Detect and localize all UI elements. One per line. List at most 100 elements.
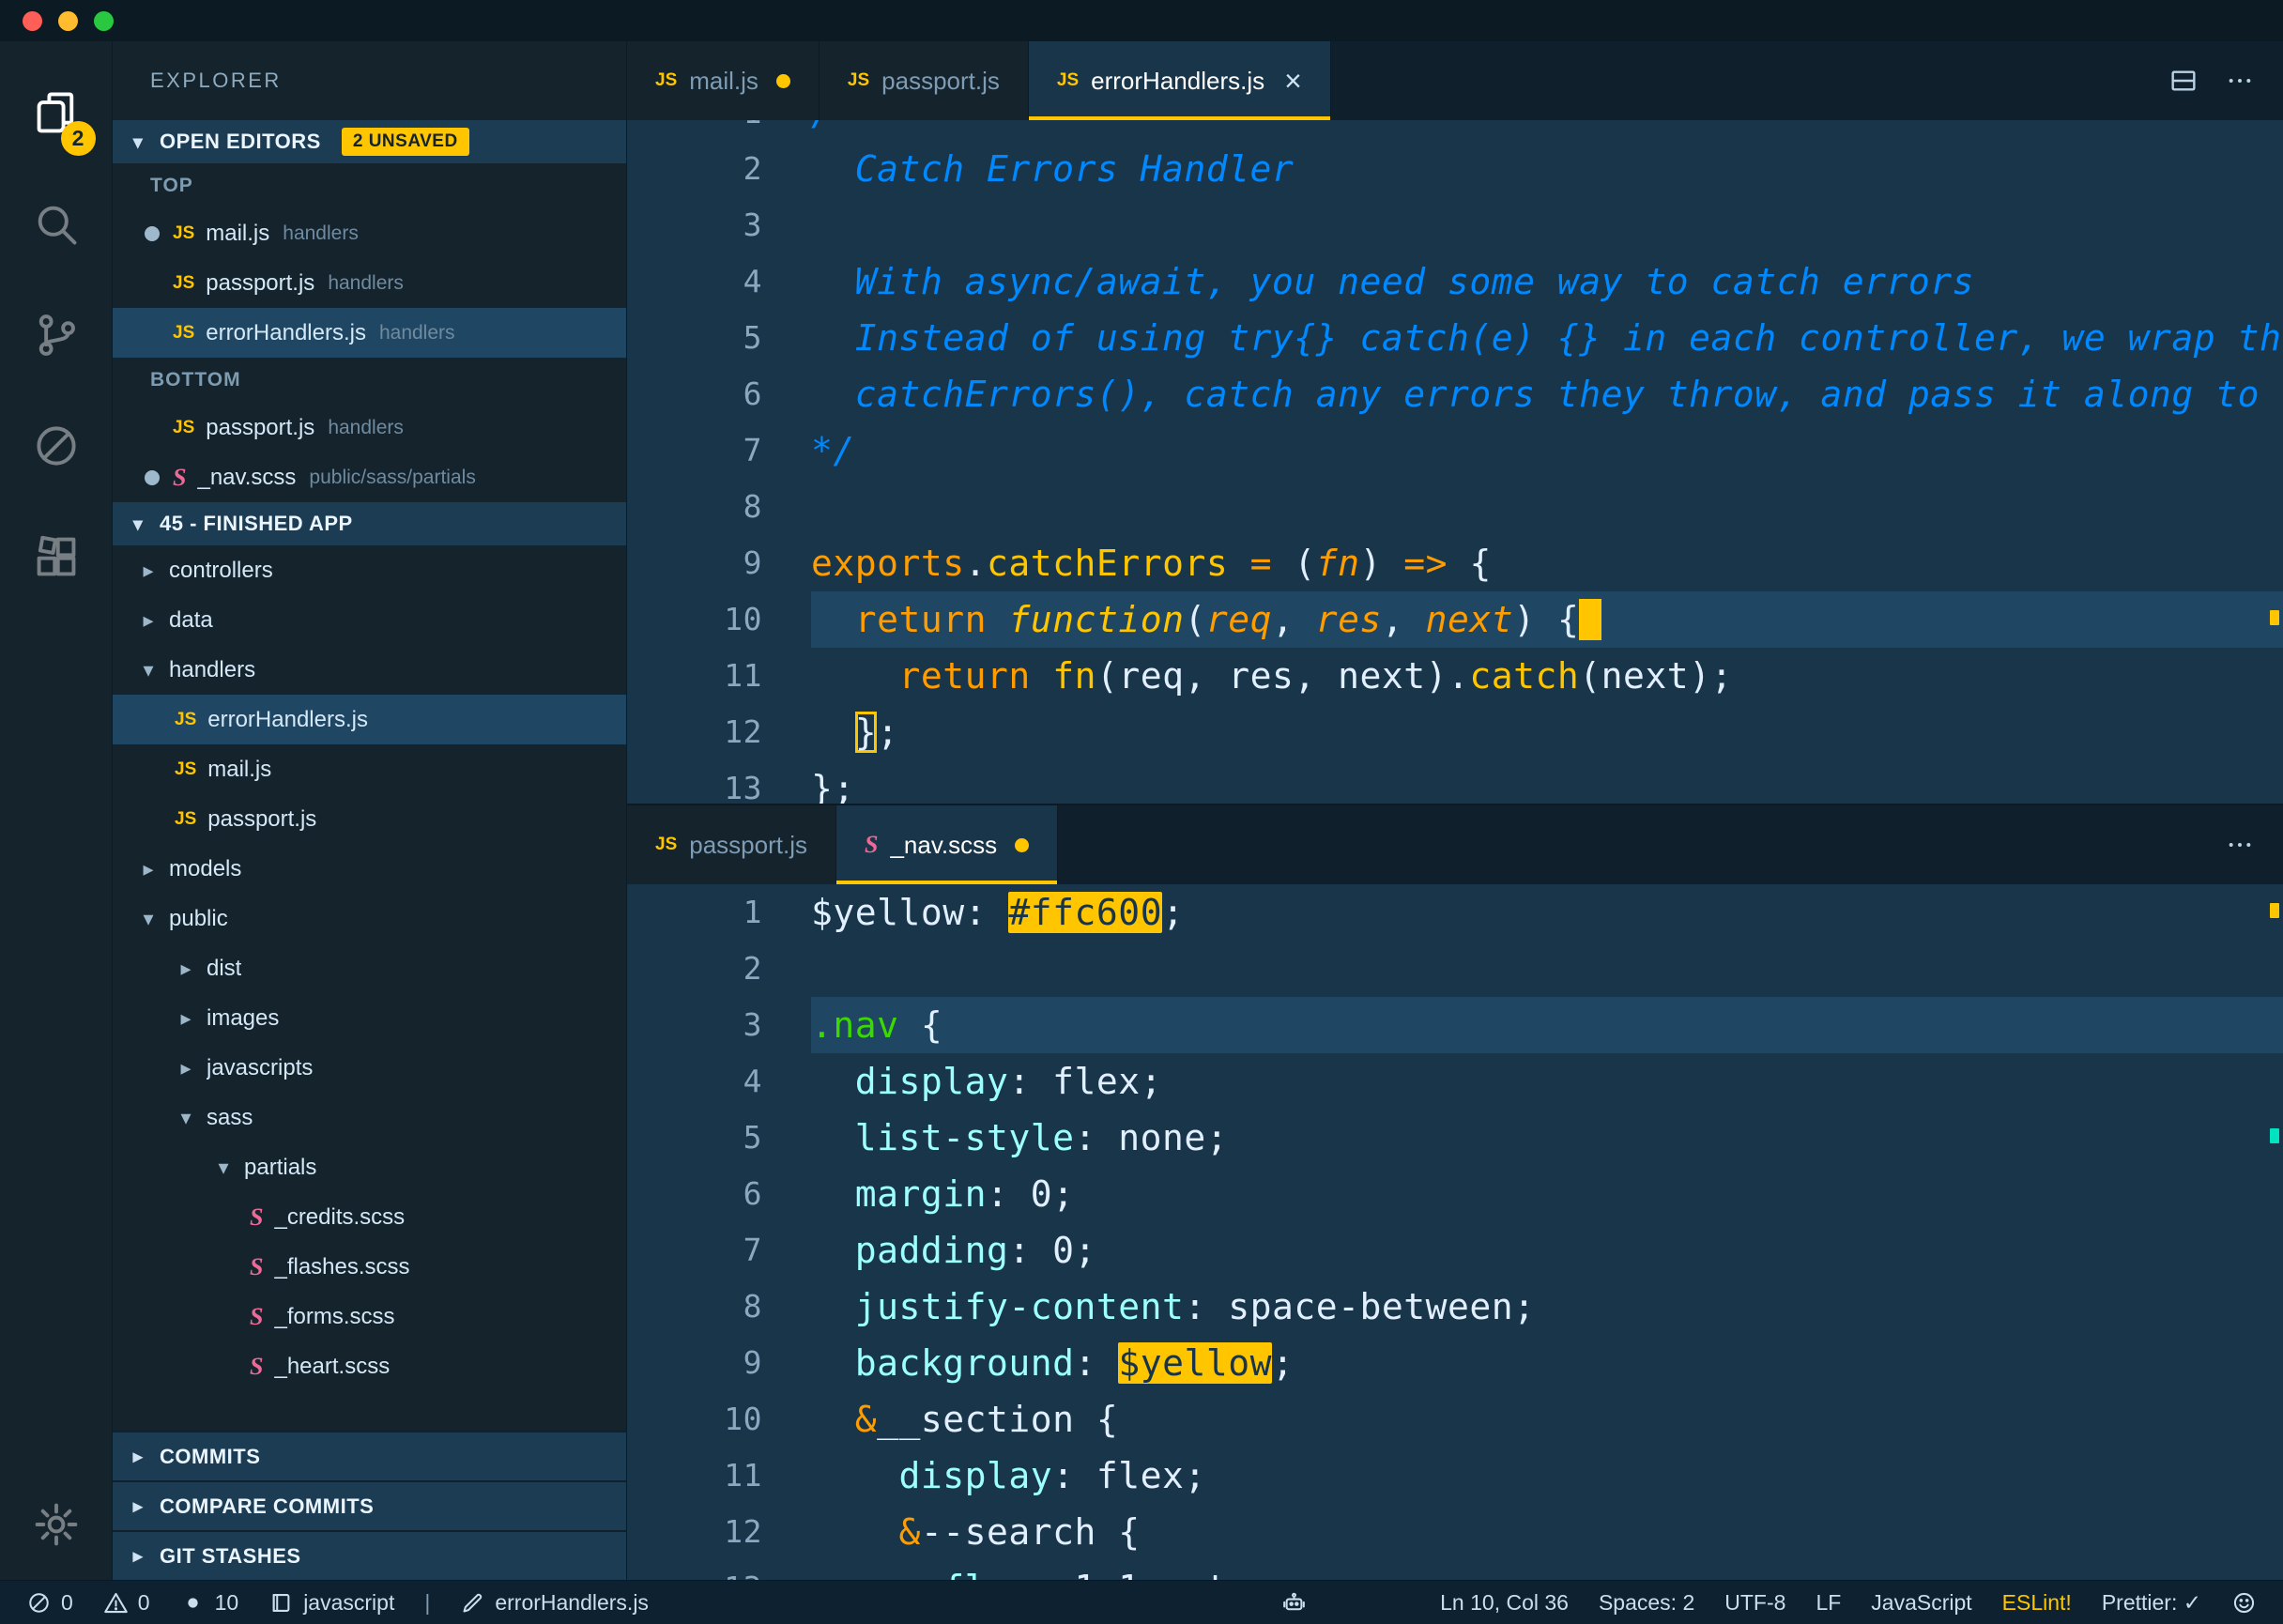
file--credits-scss[interactable]: S _credits.scss bbox=[113, 1192, 626, 1242]
overview-ruler-mark bbox=[2270, 610, 2279, 625]
folder-dist[interactable]: ▸ dist bbox=[113, 943, 626, 993]
activity-search[interactable] bbox=[0, 169, 113, 280]
code-token: return bbox=[854, 599, 988, 640]
code-token: margin bbox=[854, 1173, 988, 1215]
folder-data[interactable]: ▸ data bbox=[113, 595, 626, 645]
line-number: 12 bbox=[724, 713, 762, 750]
close-window-button[interactable] bbox=[23, 10, 42, 31]
file-path: handlers bbox=[283, 222, 359, 244]
code-token: catch bbox=[1469, 655, 1580, 697]
status-text: Spaces: 2 bbox=[1598, 1589, 1695, 1615]
section-compare-commits[interactable]: ▸ COMPARE COMMITS bbox=[113, 1480, 626, 1530]
tab-errorhandlers-js[interactable]: JS errorHandlers.js × bbox=[1028, 41, 1331, 120]
folder-models[interactable]: ▸ models bbox=[113, 844, 626, 894]
section-label: COMPARE COMMITS bbox=[160, 1494, 375, 1518]
editor-group-label: TOP bbox=[150, 175, 193, 196]
status-language-indicator[interactable]: javascript bbox=[268, 1590, 394, 1616]
split-editor-icon[interactable] bbox=[2168, 66, 2199, 96]
status-active-file[interactable]: errorHandlers.js bbox=[460, 1590, 649, 1616]
status-indentation[interactable]: Spaces: 2 bbox=[1599, 1590, 1694, 1616]
section-commits[interactable]: ▸ COMMITS bbox=[113, 1431, 626, 1480]
status-cursor-position[interactable]: Ln 10, Col 36 bbox=[1440, 1590, 1569, 1616]
code-line-1-9: 9 exports.catchErrors = (fn) => { bbox=[627, 535, 2283, 591]
open-editor-mail-js[interactable]: JS mail.js handlers bbox=[113, 208, 626, 258]
line-content: return fn(req, res, next).catch(next); bbox=[811, 648, 2283, 704]
code-token: : bbox=[964, 892, 1009, 933]
tab-passport-js[interactable]: JS passport.js bbox=[627, 805, 836, 884]
code-token: }; bbox=[811, 768, 855, 804]
line-content: /* bbox=[811, 120, 2283, 141]
status-robot[interactable] bbox=[1281, 1590, 1307, 1616]
tab-mail-js[interactable]: JS mail.js bbox=[627, 41, 820, 120]
open-editor--nav-scss[interactable]: S _nav.scss public/sass/partials bbox=[113, 452, 626, 502]
more-icon[interactable] bbox=[2225, 66, 2255, 96]
folder-handlers[interactable]: ▾ handlers bbox=[113, 645, 626, 695]
status-encoding[interactable]: UTF-8 bbox=[1724, 1590, 1785, 1616]
file-mail-js[interactable]: JS mail.js bbox=[113, 744, 626, 794]
status-language-mode[interactable]: JavaScript bbox=[1871, 1590, 1971, 1616]
line-content: flex: 1 1 auto; bbox=[811, 1560, 2283, 1580]
status-eslint[interactable]: ESLint! bbox=[2002, 1590, 2072, 1616]
file--forms-scss[interactable]: S _forms.scss bbox=[113, 1292, 626, 1341]
file-passport-js[interactable]: JS passport.js bbox=[113, 794, 626, 844]
status-text: | bbox=[424, 1589, 431, 1615]
activity-explorer[interactable]: 2 bbox=[0, 58, 113, 169]
activity-source-control[interactable] bbox=[0, 280, 113, 391]
section-git-stashes[interactable]: ▸ GIT STASHES bbox=[113, 1530, 626, 1580]
code-token: Catch Errors Handler bbox=[811, 148, 1295, 190]
sass-file-icon: S bbox=[250, 1252, 264, 1280]
code-editor-2[interactable]: 1 $yellow: #ffc600; 2 3 .nav {4 display: fle… bbox=[627, 884, 2283, 1580]
tab--nav-scss[interactable]: S _nav.scss bbox=[835, 805, 1059, 884]
code-editor-1[interactable]: 1/*2 Catch Errors Handler34 With async/a… bbox=[627, 120, 2283, 804]
activity-extensions[interactable] bbox=[0, 501, 113, 612]
tab-passport-js[interactable]: JS passport.js bbox=[819, 41, 1029, 120]
zoom-window-button[interactable] bbox=[94, 10, 114, 31]
folder-controllers[interactable]: ▸ controllers bbox=[113, 545, 626, 595]
code-token: fn bbox=[1052, 655, 1096, 697]
status-eol[interactable]: LF bbox=[1816, 1590, 1841, 1616]
file-name: errorHandlers.js bbox=[207, 706, 368, 732]
activity-settings[interactable] bbox=[0, 1469, 113, 1580]
code-line-1-3: 3 bbox=[627, 197, 2283, 253]
file--flashes-scss[interactable]: S _flashes.scss bbox=[113, 1242, 626, 1292]
line-content: background: $yellow; bbox=[811, 1335, 2283, 1391]
file-errorhandlers-js[interactable]: JS errorHandlers.js bbox=[113, 695, 626, 744]
open-editor-errorhandlers-js[interactable]: JS errorHandlers.js handlers bbox=[113, 308, 626, 358]
line-number: 11 bbox=[724, 657, 762, 694]
open-editor-passport-js[interactable]: JS passport.js handlers bbox=[113, 403, 626, 452]
minimize-window-button[interactable] bbox=[58, 10, 78, 31]
more-icon[interactable] bbox=[2225, 830, 2255, 860]
folder-public[interactable]: ▾ public bbox=[113, 894, 626, 943]
chevron-down-icon: ▾ bbox=[143, 906, 154, 930]
line-content bbox=[811, 941, 2283, 997]
close-icon[interactable]: × bbox=[1284, 66, 1302, 96]
folder-images[interactable]: ▸ images bbox=[113, 993, 626, 1043]
folder-javascripts[interactable]: ▸ javascripts bbox=[113, 1043, 626, 1093]
status-errors[interactable]: 0 bbox=[26, 1590, 73, 1616]
project-folder-header[interactable]: ▾ 45 - FINISHED APP bbox=[113, 502, 626, 545]
code-token: exports bbox=[811, 543, 965, 584]
code-token: $yellow bbox=[1118, 1342, 1272, 1384]
code-token: catchErrors bbox=[987, 543, 1229, 584]
code-line-1-7: 7 */ bbox=[627, 422, 2283, 479]
status-info-count[interactable]: 10 bbox=[180, 1590, 238, 1616]
open-editors-header[interactable]: ▾ OPEN EDITORS 2 UNSAVED bbox=[113, 120, 626, 163]
line-number: 3 bbox=[743, 207, 762, 243]
activity-debug[interactable] bbox=[0, 391, 113, 501]
status-prettier[interactable]: Prettier: ✓ bbox=[2102, 1590, 2201, 1616]
file-path: handlers bbox=[378, 321, 455, 344]
debug-icon bbox=[32, 421, 81, 470]
modified-indicator bbox=[145, 276, 160, 291]
activity-bar: 2 bbox=[0, 41, 113, 1580]
status-feedback[interactable] bbox=[2231, 1590, 2257, 1616]
file--heart-scss[interactable]: S _heart.scss bbox=[113, 1341, 626, 1391]
section-label: COMMITS bbox=[160, 1444, 261, 1468]
folder-sass[interactable]: ▾ sass bbox=[113, 1093, 626, 1142]
modified-dot-icon bbox=[1015, 837, 1030, 852]
open-editor-passport-js[interactable]: JS passport.js handlers bbox=[113, 258, 626, 308]
folder-partials[interactable]: ▾ partials bbox=[113, 1142, 626, 1192]
folder-name: sass bbox=[207, 1104, 253, 1130]
status-warnings[interactable]: 0 bbox=[103, 1590, 150, 1616]
